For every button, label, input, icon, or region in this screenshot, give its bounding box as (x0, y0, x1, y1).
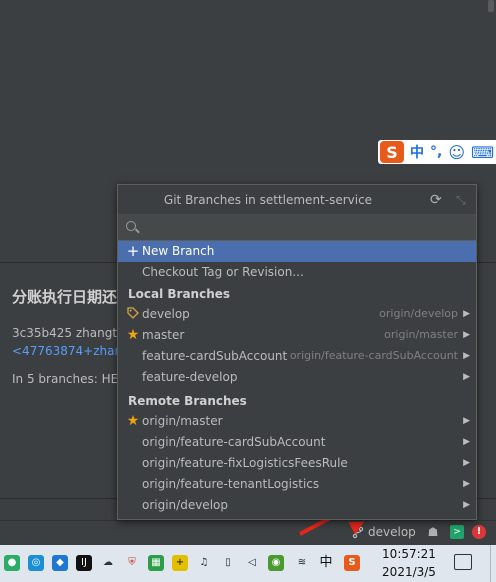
star-icon: ★ (126, 327, 140, 343)
action-center-icon[interactable] (454, 554, 472, 570)
feishu-icon[interactable]: ◆ (52, 555, 68, 571)
ime-punct-toggle[interactable]: °, (430, 144, 442, 160)
branch-search (118, 215, 476, 241)
chevron-right-icon: ▶ (463, 500, 470, 510)
git-branch-label: develop (368, 525, 416, 539)
collapse-icon[interactable]: ⤡ (456, 193, 466, 207)
chevron-right-icon: ▶ (463, 437, 470, 447)
chevron-right-icon: ▶ (463, 458, 470, 468)
git-branches-popup: Git Branches in settlement-service ⟳ ⤡ +… (117, 184, 477, 520)
remote-branches-title: Remote Branches (128, 393, 247, 408)
commit-branches-info: In 5 branches: HEA (12, 372, 127, 386)
branch-name: feature-cardSubAccount (142, 349, 288, 363)
windows-taskbar: ● ◎ ◆ IJ ☁ ⛨ ▦ + ♫ ▯ ◁ ◉ ≋ 中 S 10:57:21 … (0, 545, 496, 582)
branch-name: origin/feature-fixLogisticsFeesRule (142, 456, 348, 470)
branch-list: + New Branch Checkout Tag or Revision...… (118, 241, 476, 516)
branch-name: origin/develop (142, 498, 228, 512)
status-bar: develop ☗ > ! (0, 520, 496, 545)
show-desktop-button[interactable] (490, 545, 496, 582)
tracking-branch: origin/feature-cardSubAccount (289, 349, 458, 362)
commit-hash-author: 3c35b425 zhangta (12, 326, 125, 340)
tracking-branch: origin/master (384, 328, 458, 341)
error-indicator-icon[interactable]: ! (472, 525, 486, 539)
tracking-branch: origin/develop (379, 307, 458, 320)
ime-lang-toggle[interactable]: 中 (410, 142, 424, 162)
search-icon (126, 221, 136, 231)
remote-branch-origin-master[interactable]: ★ origin/master ▶ (118, 411, 476, 432)
popup-title: Git Branches in settlement-service (163, 193, 373, 207)
remote-branch-origin-feature-tenantLogistics[interactable]: origin/feature-tenantLogistics ▶ (118, 474, 476, 495)
hector-icon[interactable]: ☗ (426, 525, 440, 539)
security-shield-icon[interactable]: ⛨ (124, 555, 140, 571)
branch-name: master (142, 328, 185, 342)
branch-name: origin/feature-tenantLogistics (142, 477, 320, 491)
local-branches-title: Local Branches (128, 286, 231, 301)
clock-date: 2021/3/5 (382, 565, 436, 579)
remote-branch-origin-develop[interactable]: origin/develop ▶ (118, 495, 476, 516)
emoji-icon[interactable]: ☺ (448, 143, 465, 162)
cloud-icon[interactable]: ☁ (100, 555, 116, 571)
notification-bell-icon[interactable]: ♫ (196, 555, 212, 571)
local-branch-feature-develop[interactable]: feature-develop ▶ (118, 367, 476, 388)
network-monitor-icon[interactable]: ▦ (148, 555, 164, 571)
remote-branch-origin-feature-fixLogisticsFeesRule[interactable]: origin/feature-fixLogisticsFeesRule ▶ (118, 453, 476, 474)
branch-name: origin/master (142, 414, 223, 428)
nvidia-icon[interactable]: ◉ (268, 555, 284, 571)
clock-time: 10:57:21 (382, 547, 436, 561)
local-branch-develop[interactable]: develop origin/develop ▶ (118, 304, 476, 325)
sogou-logo-icon[interactable]: S (380, 141, 404, 163)
wifi-icon[interactable]: ≋ (294, 555, 310, 571)
branch-name: feature-develop (142, 370, 238, 384)
branch-name: origin/feature-cardSubAccount (142, 435, 326, 449)
chevron-right-icon: ▶ (463, 372, 470, 382)
wechat-icon[interactable]: ● (4, 555, 20, 571)
ime-toolbar[interactable]: S 中 °, ☺ ⌨ (378, 140, 496, 164)
keyboard-icon[interactable]: ⌨ (471, 143, 494, 162)
remote-branches-header: Remote Branches (118, 390, 476, 411)
popup-header: Git Branches in settlement-service ⟳ ⤡ (118, 185, 476, 215)
sogou-ime-icon[interactable]: S (344, 555, 360, 571)
new-branch-label: New Branch (142, 244, 215, 258)
volume-icon[interactable]: ◁ (244, 555, 260, 571)
add-plugin-icon[interactable]: + (172, 555, 188, 571)
chevron-right-icon: ▶ (463, 416, 470, 426)
checkout-tag-action[interactable]: Checkout Tag or Revision... (118, 262, 476, 283)
local-branches-header: Local Branches (118, 283, 476, 304)
local-branch-feature-cardSubAccount[interactable]: feature-cardSubAccount origin/feature-ca… (118, 346, 476, 367)
terminal-icon[interactable]: > (450, 525, 464, 539)
usb-icon[interactable]: ▯ (220, 555, 236, 571)
branch-name: develop (142, 307, 190, 321)
commit-message: 分账执行日期还 (12, 288, 118, 306)
checkout-tag-label: Checkout Tag or Revision... (142, 265, 304, 279)
refresh-icon[interactable]: ⟳ (430, 193, 442, 207)
chevron-right-icon: ▶ (463, 479, 470, 489)
chevron-right-icon: ▶ (463, 330, 470, 340)
star-icon: ★ (126, 413, 140, 429)
local-branch-master[interactable]: ★ master origin/master ▶ (118, 325, 476, 346)
system-clock[interactable]: 10:57:21 2021/3/5 (378, 545, 440, 581)
new-branch-action[interactable]: + New Branch (118, 241, 476, 262)
tag-icon (126, 307, 140, 322)
remote-branch-origin-feature-cardSubAccount[interactable]: origin/feature-cardSubAccount ▶ (118, 432, 476, 453)
chevron-right-icon: ▶ (463, 309, 470, 319)
branch-search-input[interactable] (144, 218, 464, 238)
scrollbar[interactable] (488, 0, 494, 12)
chevron-right-icon: ▶ (463, 351, 470, 361)
plus-icon: + (126, 242, 140, 260)
qq-browser-icon[interactable]: ◎ (28, 555, 44, 571)
intellij-icon[interactable]: IJ (76, 555, 92, 571)
input-lang-indicator[interactable]: 中 (318, 555, 334, 571)
commit-author-email-link[interactable]: <47763874+zhang (12, 344, 130, 358)
